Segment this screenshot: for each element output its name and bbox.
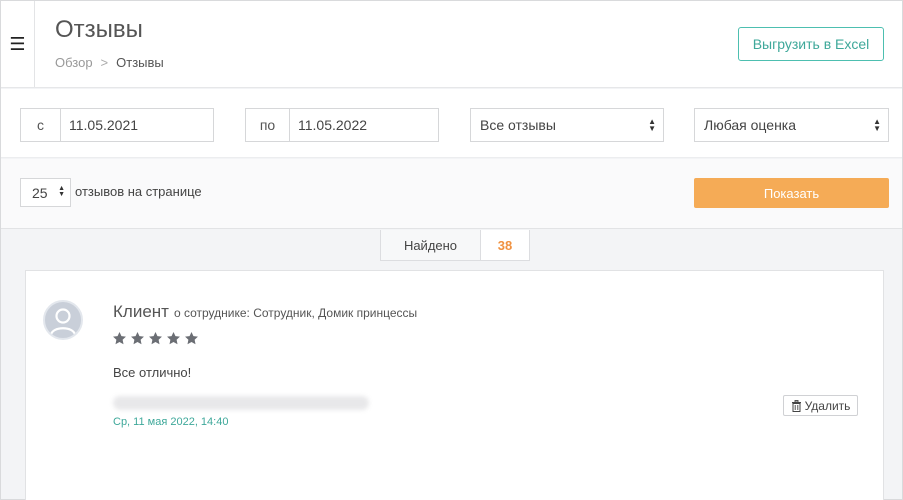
rating-value: Любая оценка [704, 117, 797, 133]
per-page-value: 25 [32, 184, 48, 201]
per-page-label: отзывов на странице [75, 184, 202, 199]
found-label: Найдено [381, 230, 481, 260]
select-arrows-icon: ▲ ▼ [648, 117, 656, 133]
page-header: ☰ Отзывы Обзор > Отзывы Выгрузить в Excel [1, 1, 902, 88]
redacted-contact [113, 396, 369, 410]
menu-toggle[interactable]: ☰ [1, 1, 35, 87]
client-name: Клиент [113, 302, 169, 321]
star-icon [113, 331, 126, 345]
review-about: о сотруднике: Сотрудник, Домик принцессы [173, 306, 418, 320]
delete-button[interactable]: Удалить [783, 395, 858, 416]
review-card: Клиент о сотруднике: Сотрудник, Домик пр… [25, 270, 884, 500]
breadcrumb-current: Отзывы [116, 55, 164, 70]
star-rating [112, 331, 199, 346]
date-to-input[interactable]: 11.05.2022 [290, 109, 438, 141]
trash-icon [791, 399, 801, 412]
select-arrows-icon: ▲ ▼ [873, 117, 881, 133]
found-counter: Найдено 38 [380, 230, 530, 261]
breadcrumb-parent[interactable]: Обзор [55, 55, 93, 70]
select-arrows-icon: ▲ ▼ [58, 185, 65, 198]
star-icon [185, 331, 198, 345]
delete-label: Удалить [804, 398, 851, 413]
date-to-prefix: по [246, 109, 290, 141]
rating-select[interactable]: Любая оценка ▲ ▼ [694, 108, 889, 142]
date-from-field[interactable]: с 11.05.2021 [20, 108, 214, 142]
review-type-select[interactable]: Все отзывы ▲ ▼ [470, 108, 664, 142]
avatar [43, 300, 83, 340]
export-excel-button[interactable]: Выгрузить в Excel [738, 27, 884, 61]
review-type-value: Все отзывы [480, 117, 556, 133]
date-from-prefix: с [21, 109, 61, 141]
star-icon [149, 331, 162, 345]
hamburger-icon: ☰ [9, 33, 26, 54]
app-frame: ☰ Отзывы Обзор > Отзывы Выгрузить в Excel … [0, 0, 903, 500]
date-from-input[interactable]: 11.05.2021 [61, 109, 213, 141]
found-count: 38 [497, 237, 513, 253]
review-text: Все отлично! [113, 365, 192, 380]
show-button[interactable]: Показать [694, 178, 889, 208]
breadcrumb: Обзор > Отзывы [55, 55, 164, 70]
star-icon [131, 331, 144, 345]
per-page-select[interactable]: 25 ▲ ▼ [20, 178, 71, 207]
filters-bar: с 11.05.2021 по 11.05.2022 Все отзывы ▲ ▼… [1, 89, 902, 158]
star-icon [167, 331, 180, 345]
pagination-row: 25 ▲ ▼ отзывов на странице Показать [1, 159, 902, 229]
review-header: Клиент о сотруднике: Сотрудник, Домик пр… [113, 302, 417, 322]
user-icon [49, 308, 77, 336]
breadcrumb-separator: > [100, 55, 109, 70]
date-to-field[interactable]: по 11.05.2022 [245, 108, 439, 142]
page-title: Отзывы [55, 16, 143, 43]
review-date: Ср, 11 мая 2022, 14:40 [113, 416, 229, 428]
